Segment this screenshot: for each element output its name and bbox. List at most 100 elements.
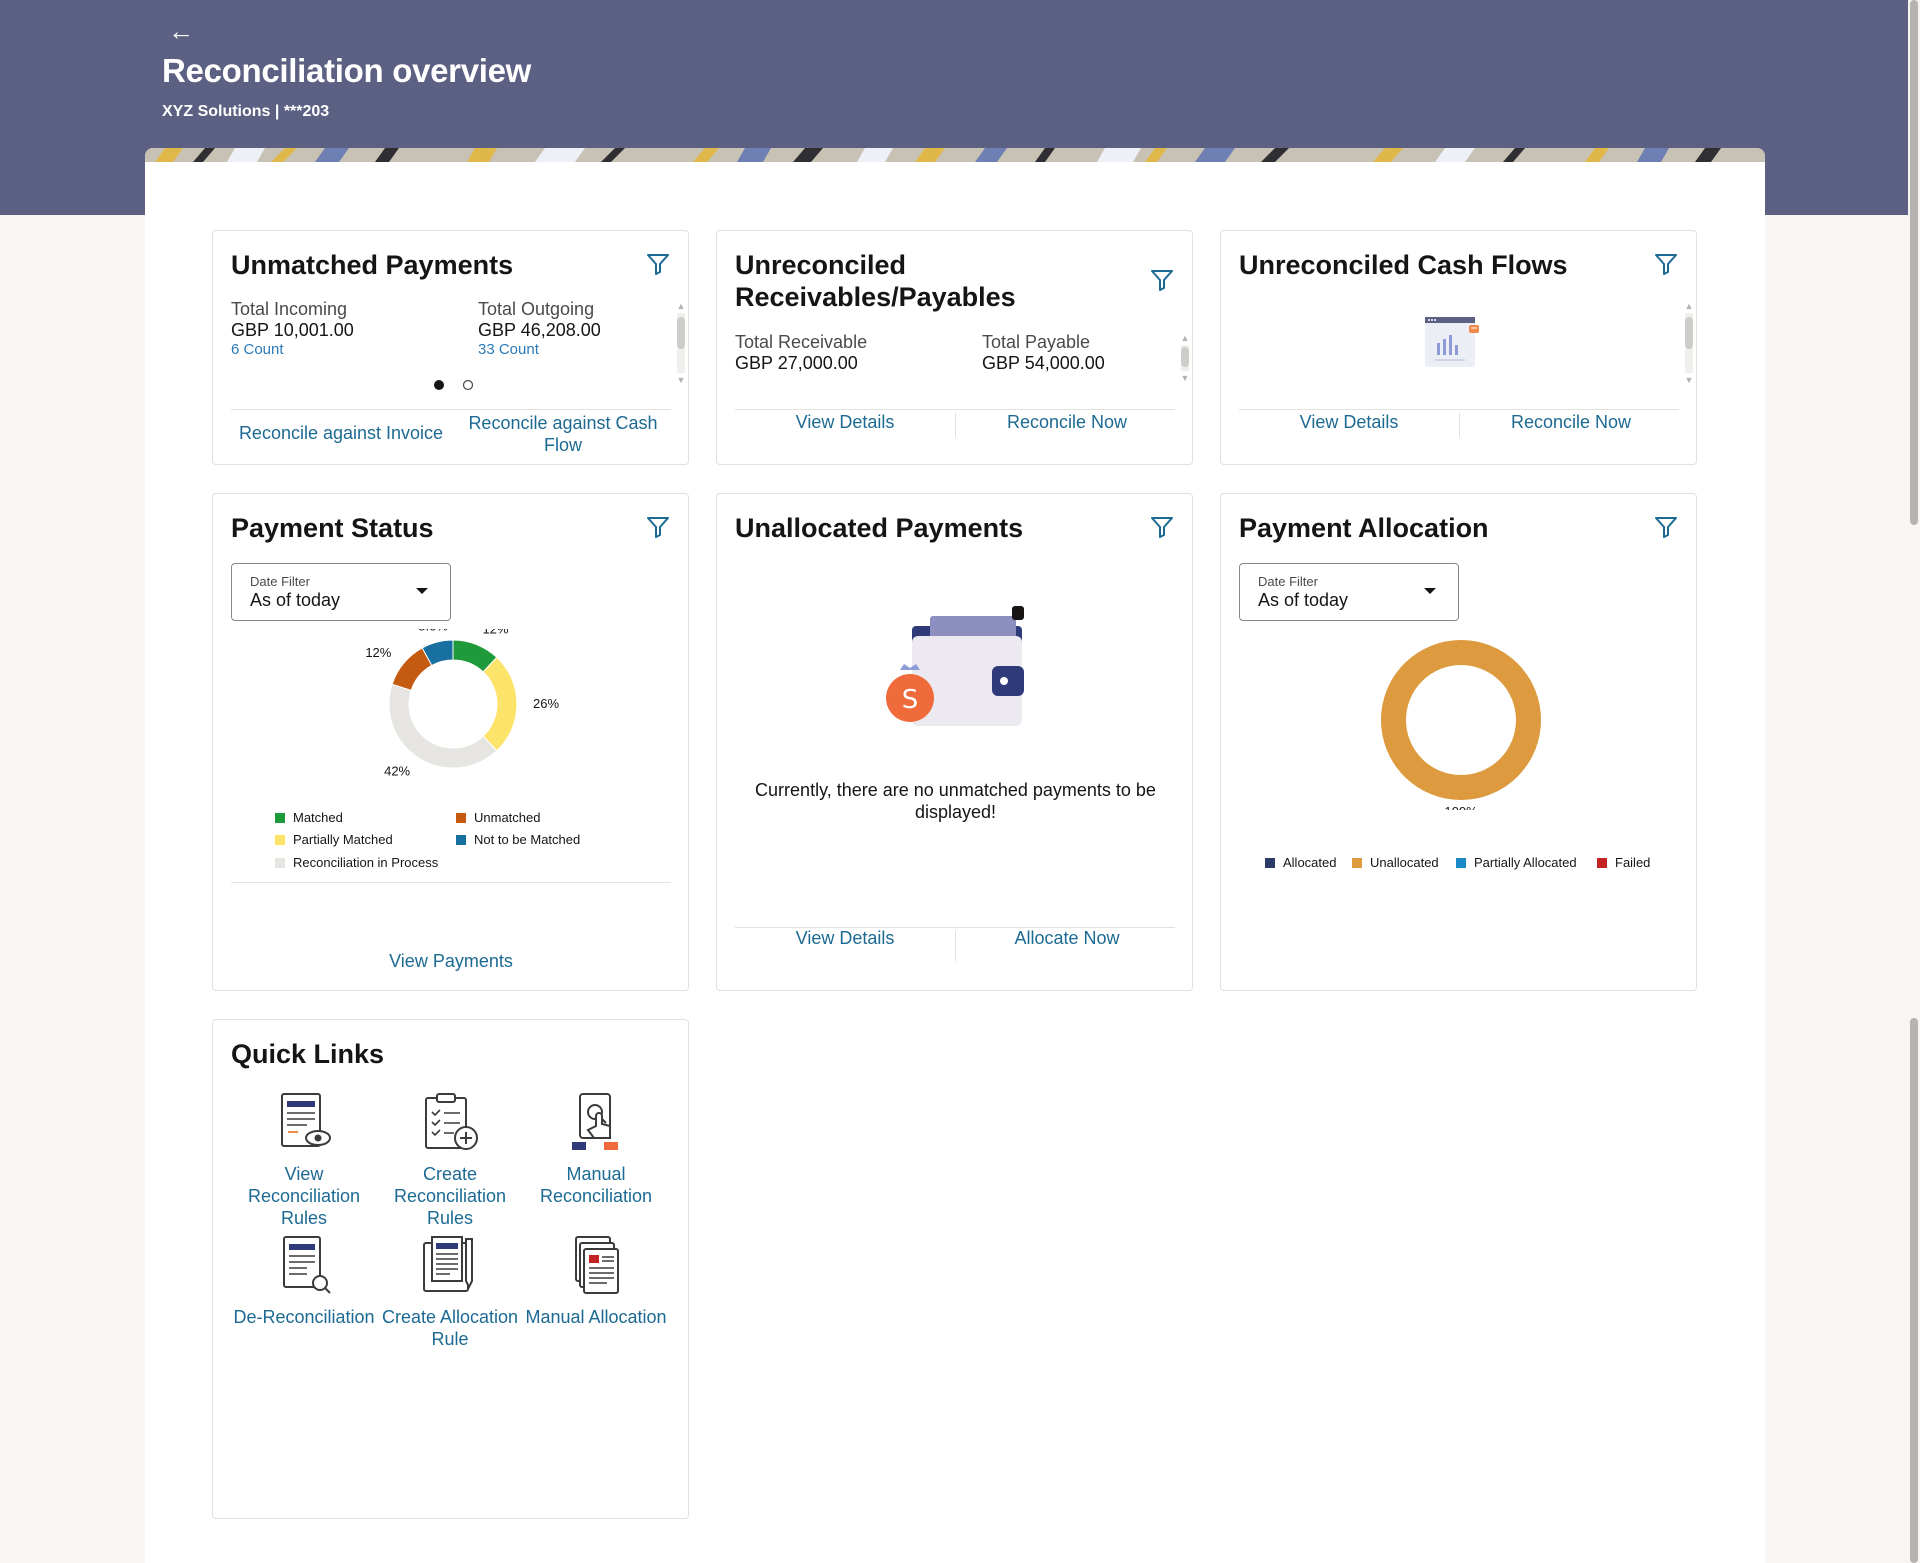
legend-swatch-not-to-be-matched	[456, 835, 466, 845]
chart-placeholder-icon	[1425, 317, 1479, 367]
receivable-summary: Total Receivable GBP 27,000.00	[735, 332, 867, 374]
scrollbar-thumb[interactable]	[1910, 0, 1918, 525]
allocate-now-link[interactable]: Allocate Now	[957, 928, 1177, 949]
donut-slice-partially-matched[interactable]	[482, 656, 518, 752]
unreconciled-receivables-payables-card: Unreconciled Receivables/Payables Total …	[716, 230, 1193, 465]
view-payments-link[interactable]: View Payments	[231, 951, 671, 972]
legend-matched: Matched	[275, 810, 343, 825]
rules-document-eye-icon	[281, 1093, 331, 1147]
legend-reconciliation-in-process: Reconciliation in Process	[275, 855, 438, 870]
filter-icon[interactable]	[1149, 514, 1175, 540]
receivable-value: GBP 27,000.00	[735, 353, 858, 373]
filter-icon[interactable]	[1653, 251, 1679, 277]
donut-data-label: 42%	[384, 764, 410, 779]
quick-link-label: De-Reconciliation	[233, 1307, 375, 1327]
legend-swatch-partially-allocated	[1456, 858, 1466, 868]
donut-slice-reconciliation-in-process[interactable]	[388, 683, 498, 769]
legend-allocated: Allocated	[1265, 855, 1336, 870]
quick-link-manual-allocation[interactable]: Manual Allocation	[521, 1235, 671, 1328]
incoming-label: Total Incoming	[231, 299, 348, 319]
scroll-up-icon[interactable]: ▲	[1683, 301, 1695, 311]
reconcile-against-invoice-link[interactable]: Reconcile against Invoice	[231, 423, 451, 444]
legend-label: Unmatched	[474, 810, 541, 825]
payment-status-card: Payment Status Date Filter As of today 1…	[212, 493, 689, 991]
card-title: Payment Status	[231, 513, 434, 543]
wallet-illustration-icon: S	[886, 606, 1024, 726]
legend-label: Unallocated	[1370, 855, 1439, 870]
manual-touch-icon	[572, 1093, 618, 1150]
view-details-link[interactable]: View Details	[1239, 412, 1459, 433]
back-button[interactable]: ←	[168, 18, 196, 44]
quick-link-create-reconciliation-rules[interactable]: Create Reconciliation Rules	[375, 1092, 525, 1229]
quick-link-view-reconciliation-rules[interactable]: View Reconciliation Rules	[229, 1092, 379, 1229]
stacked-documents-icon	[575, 1236, 619, 1294]
card-scrollbar[interactable]: ▲ ▼	[1683, 301, 1695, 385]
reconcile-now-link[interactable]: Reconcile Now	[1461, 412, 1681, 433]
chevron-down-icon	[1424, 588, 1436, 594]
legend-label: Allocated	[1283, 855, 1337, 870]
page-scrollbar[interactable]	[1908, 0, 1920, 1563]
quick-link-manual-reconciliation[interactable]: Manual Reconciliation	[521, 1092, 671, 1207]
scroll-thumb[interactable]	[1685, 317, 1693, 349]
outgoing-summary: Total Outgoing GBP 46,208.00 33 Count	[478, 299, 601, 358]
card-scrollbar[interactable]: ▲ ▼	[675, 301, 687, 385]
payment-status-donut-chart: 12% 26% 42% 12% 8.0%	[365, 629, 559, 779]
incoming-value: GBP 10,001.00	[231, 320, 354, 340]
donut-data-label: 12%	[365, 645, 391, 660]
legend-label: Failed	[1615, 855, 1651, 870]
empty-state-message: Currently, there are no unmatched paymen…	[755, 780, 1156, 822]
view-details-link[interactable]: View Details	[735, 412, 955, 433]
date-filter-value: As of today	[1258, 590, 1349, 610]
legend-label: Partially Matched	[293, 832, 393, 847]
view-details-link[interactable]: View Details	[735, 928, 955, 949]
date-filter-dropdown[interactable]: Date Filter As of today	[231, 563, 451, 621]
card-scrollbar[interactable]: ▲ ▼	[1179, 333, 1191, 383]
legend-swatch-failed	[1597, 858, 1607, 868]
filter-icon[interactable]	[645, 251, 671, 277]
donut-slice-unallocated[interactable]	[1381, 640, 1541, 800]
legend-label: Matched	[293, 810, 343, 825]
card-title: Unmatched Payments	[231, 250, 514, 280]
filter-icon[interactable]	[1149, 267, 1175, 293]
payable-value: GBP 54,000.00	[982, 353, 1105, 373]
newspaper-pen-icon	[423, 1236, 473, 1292]
card-divider	[231, 882, 671, 883]
reconcile-against-cash-flow-link[interactable]: Reconcile against Cash Flow	[453, 412, 673, 456]
legend-swatch-reconciliation-in-process	[275, 858, 285, 868]
filter-icon[interactable]	[1653, 514, 1679, 540]
outgoing-count-link[interactable]: 33 Count	[478, 341, 601, 358]
scroll-up-icon[interactable]: ▲	[1179, 333, 1191, 343]
date-filter-label: Date Filter	[1258, 574, 1318, 589]
scroll-down-icon[interactable]: ▼	[1179, 373, 1191, 383]
legend-failed: Failed	[1597, 855, 1650, 870]
action-separator	[955, 413, 956, 437]
scroll-down-icon[interactable]: ▼	[1683, 375, 1695, 385]
scroll-thumb[interactable]	[677, 317, 685, 349]
card-divider	[735, 409, 1175, 410]
action-separator	[1459, 413, 1460, 437]
legend-swatch-matched	[275, 813, 285, 823]
carousel-dots[interactable]	[423, 379, 473, 391]
incoming-summary: Total Incoming GBP 10,001.00 6 Count	[231, 299, 354, 358]
payable-label: Total Payable	[982, 332, 1091, 352]
reconcile-now-link[interactable]: Reconcile Now	[957, 412, 1177, 433]
quick-link-create-allocation-rule[interactable]: Create Allocation Rule	[375, 1235, 525, 1350]
unmatched-payments-card: Unmatched Payments Total Incoming GBP 10…	[212, 230, 689, 465]
card-title: Unreconciled Receivables/Payables	[735, 250, 1016, 312]
scroll-thumb[interactable]	[1181, 347, 1189, 367]
scroll-down-icon[interactable]: ▼	[675, 375, 687, 385]
card-divider	[1239, 409, 1679, 410]
unallocated-payments-card: Unallocated Payments S Currently, there …	[716, 493, 1193, 991]
scroll-up-icon[interactable]: ▲	[675, 301, 687, 311]
incoming-count-link[interactable]: 6 Count	[231, 341, 354, 358]
quick-link-de-reconciliation[interactable]: De-Reconciliation	[229, 1235, 379, 1328]
filter-icon[interactable]	[645, 514, 671, 540]
legend-unallocated: Unallocated	[1352, 855, 1439, 870]
legend-label: Not to be Matched	[474, 832, 581, 847]
scrollbar-thumb-lower[interactable]	[1910, 1018, 1918, 1563]
legend-unmatched: Unmatched	[456, 810, 540, 825]
svg-text:S: S	[902, 685, 919, 715]
date-filter-dropdown[interactable]: Date Filter As of today	[1239, 563, 1459, 621]
legend-swatch-partially-matched	[275, 835, 285, 845]
outgoing-value: GBP 46,208.00	[478, 320, 601, 340]
